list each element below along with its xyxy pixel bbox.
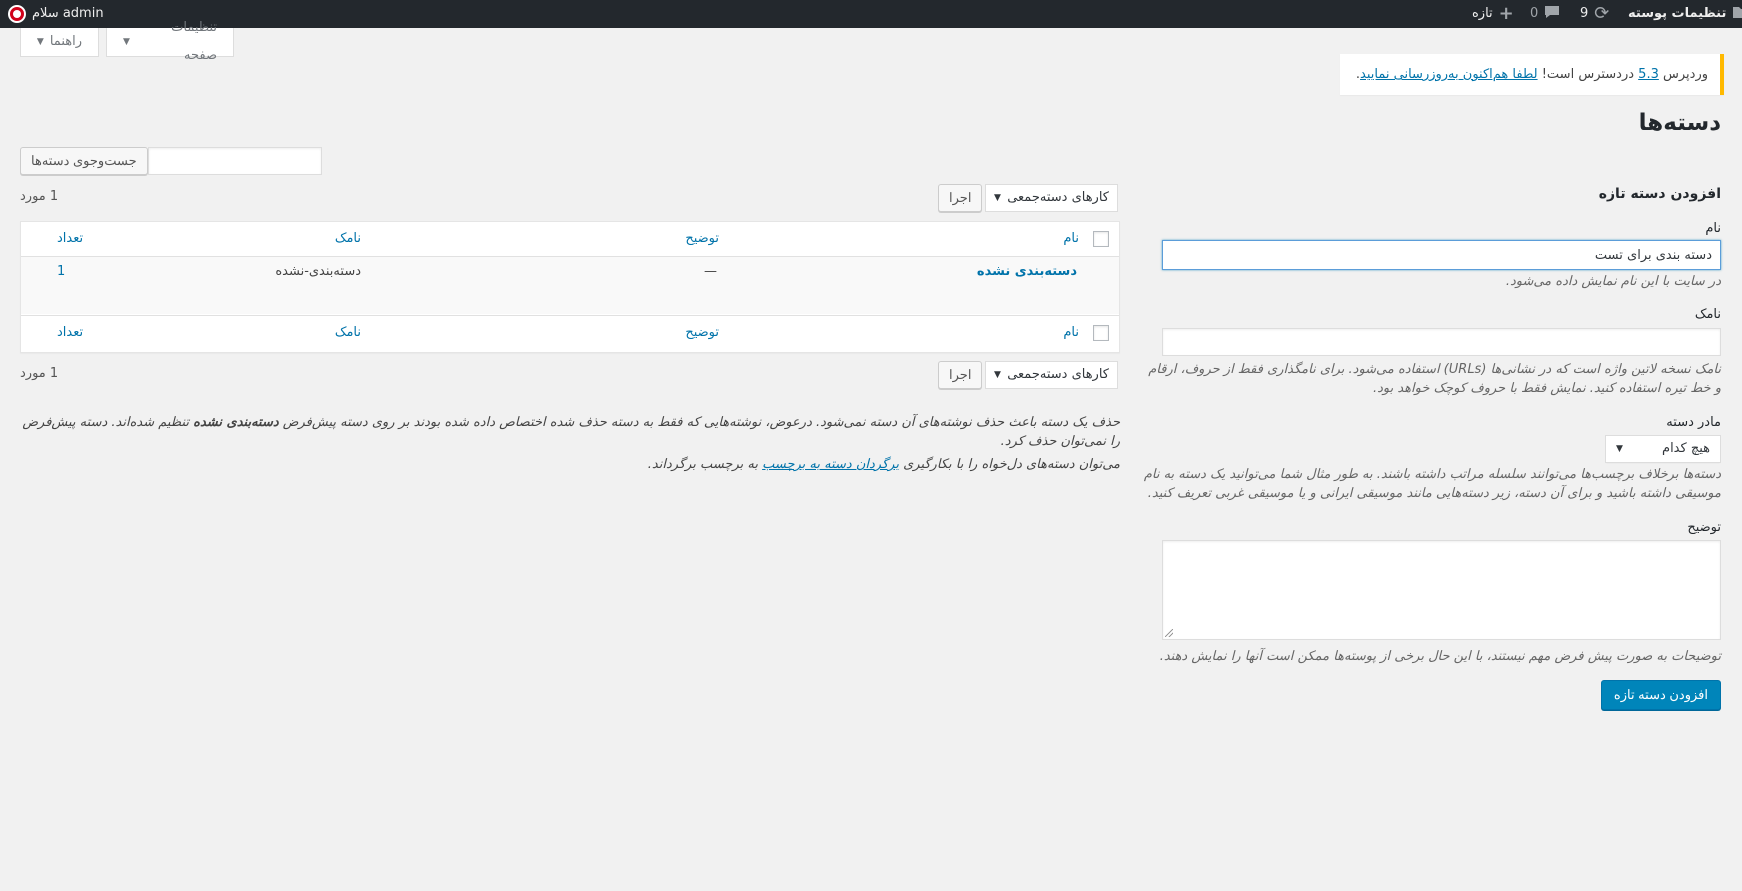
- add-category-button[interactable]: افزودن دسته تازه: [1600, 680, 1721, 710]
- note-text: به برچسب برگرداند.: [647, 457, 763, 472]
- avatar: [8, 5, 26, 23]
- site-name: تنظیمات پوسته: [1628, 6, 1727, 21]
- screen-options-button[interactable]: تنظیمات صفحه ▼: [106, 20, 234, 63]
- category-description: —: [704, 264, 717, 279]
- updates-count: 9: [1580, 6, 1589, 21]
- help-label: راهنما: [49, 34, 82, 49]
- page-title: دسته‌ها: [1638, 110, 1721, 136]
- update-now-link[interactable]: لطفا هم‌اکنون به‌روزرسانی نمایید: [1360, 67, 1538, 82]
- column-slug[interactable]: نامک: [335, 325, 361, 340]
- parent-description: دسته‌ها برخلاف برچسب‌ها می‌توانند سلسله …: [1143, 467, 1721, 501]
- category-description-textarea[interactable]: [1162, 540, 1721, 640]
- plus-icon: +: [1498, 3, 1514, 24]
- search-input[interactable]: [148, 147, 322, 175]
- items-count: 1 مورد: [20, 189, 59, 204]
- admin-bar: سلام admin تازه + 0 9 ⟳ تنظیمات پوسته: [0, 0, 1742, 28]
- name-description: در سایت با این نام نمایش داده می‌شود.: [1505, 274, 1721, 289]
- column-description: توضیح: [685, 325, 719, 340]
- bulk-actions-select-bottom[interactable]: ▼ کارهای دسته‌جمعی: [985, 361, 1118, 389]
- notice-text: وردپرس: [1658, 67, 1708, 82]
- site-name-menu[interactable]: تنظیمات پوسته: [1628, 0, 1742, 28]
- folder-icon: [1732, 0, 1742, 28]
- parent-category-select[interactable]: هیچ کدام ▼: [1605, 435, 1721, 463]
- note-text: می‌توان دسته‌های دل‌خواه را با بکارگیری: [898, 457, 1120, 472]
- updates-menu[interactable]: 9 ⟳: [1580, 0, 1609, 28]
- column-count[interactable]: تعداد: [57, 231, 83, 246]
- add-category-heading: افزودن دسته تازه: [1598, 186, 1721, 202]
- screen-options-label: تنظیمات صفحه: [171, 20, 217, 63]
- new-content-menu[interactable]: تازه +: [1472, 0, 1514, 28]
- delete-note: حذف یک دسته باعث حذف نوشته‌های آن دسته ن…: [20, 413, 1120, 451]
- comment-icon: [1544, 0, 1560, 28]
- apply-button-top[interactable]: اجرا: [938, 184, 983, 212]
- description-help: توضیحات به صورت پیش فرض مهم نیستند، با ا…: [1159, 649, 1721, 664]
- table-footer: نام توضیح نامک تعداد: [21, 315, 1119, 352]
- caret-down-icon: ▼: [994, 370, 1001, 380]
- default-category-name: دسته‌بندی نشده: [193, 415, 279, 430]
- greeting: سلام admin: [32, 6, 104, 21]
- caret-down-icon: ▼: [36, 37, 44, 47]
- category-slug: دسته‌بندی-نشده: [275, 264, 361, 279]
- bulk-actions-select-top[interactable]: ▼ کارهای دسته‌جمعی: [985, 184, 1118, 212]
- category-name-link[interactable]: دسته‌بندی نشده: [977, 264, 1077, 279]
- parent-label: مادر دسته: [1666, 415, 1721, 430]
- bulk-actions-label: کارهای دسته‌جمعی: [1007, 367, 1109, 382]
- category-tag-converter-link[interactable]: برگردان دسته به برچسب: [762, 457, 899, 472]
- column-name[interactable]: نام: [1063, 325, 1079, 340]
- update-notice: وردپرس 5.3 دردسترس است! لطفا هم‌اکنون به…: [1340, 54, 1724, 95]
- categories-table: نام توضیح نامک تعداد دسته‌بندی نشده — دس…: [20, 221, 1120, 353]
- category-count-link[interactable]: 1: [57, 264, 65, 279]
- help-button[interactable]: راهنما ▼: [20, 28, 99, 57]
- apply-button-bottom[interactable]: اجرا: [938, 361, 983, 389]
- caret-down-icon: ▼: [994, 193, 1001, 203]
- items-count-bottom: 1 مورد: [20, 366, 59, 381]
- search-categories-button[interactable]: جست‌وجوی دسته‌ها: [20, 147, 148, 175]
- column-slug[interactable]: نامک: [335, 231, 361, 246]
- category-slug-field[interactable]: [1162, 328, 1721, 356]
- description-label: توضیح: [1687, 520, 1721, 535]
- select-all-checkbox-bottom[interactable]: [1093, 325, 1109, 341]
- my-account[interactable]: سلام admin: [8, 0, 104, 28]
- caret-down-icon: ▼: [123, 37, 130, 47]
- converter-note: می‌توان دسته‌های دل‌خواه را با بکارگیری …: [20, 455, 1120, 474]
- slug-description: نامک نسخه لاتین واژه است که در نشانی‌ها …: [1148, 362, 1721, 396]
- new-label: تازه: [1472, 6, 1493, 21]
- update-icon: ⟳: [1594, 3, 1610, 24]
- parent-selected-value: هیچ کدام: [1662, 441, 1710, 456]
- caret-down-icon: ▼: [1616, 444, 1623, 454]
- note-text: حذف یک دسته باعث حذف نوشته‌های آن دسته ن…: [278, 415, 1120, 430]
- column-description: توضیح: [685, 231, 719, 246]
- select-all-checkbox[interactable]: [1093, 231, 1109, 247]
- notice-text: دردسترس است!: [1537, 67, 1639, 82]
- table-row: دسته‌بندی نشده — دسته‌بندی-نشده 1: [21, 257, 1119, 314]
- version-link[interactable]: 5.3: [1638, 67, 1659, 82]
- name-label: نام: [1705, 221, 1721, 236]
- column-count[interactable]: تعداد: [57, 325, 83, 340]
- comments-menu[interactable]: 0: [1530, 0, 1560, 28]
- comments-count: 0: [1530, 6, 1539, 21]
- category-name-field[interactable]: [1162, 240, 1721, 270]
- column-name[interactable]: نام: [1063, 231, 1079, 246]
- table-header: نام توضیح نامک تعداد: [21, 222, 1119, 257]
- bulk-actions-label: کارهای دسته‌جمعی: [1007, 190, 1109, 205]
- slug-label: نامک: [1694, 307, 1721, 322]
